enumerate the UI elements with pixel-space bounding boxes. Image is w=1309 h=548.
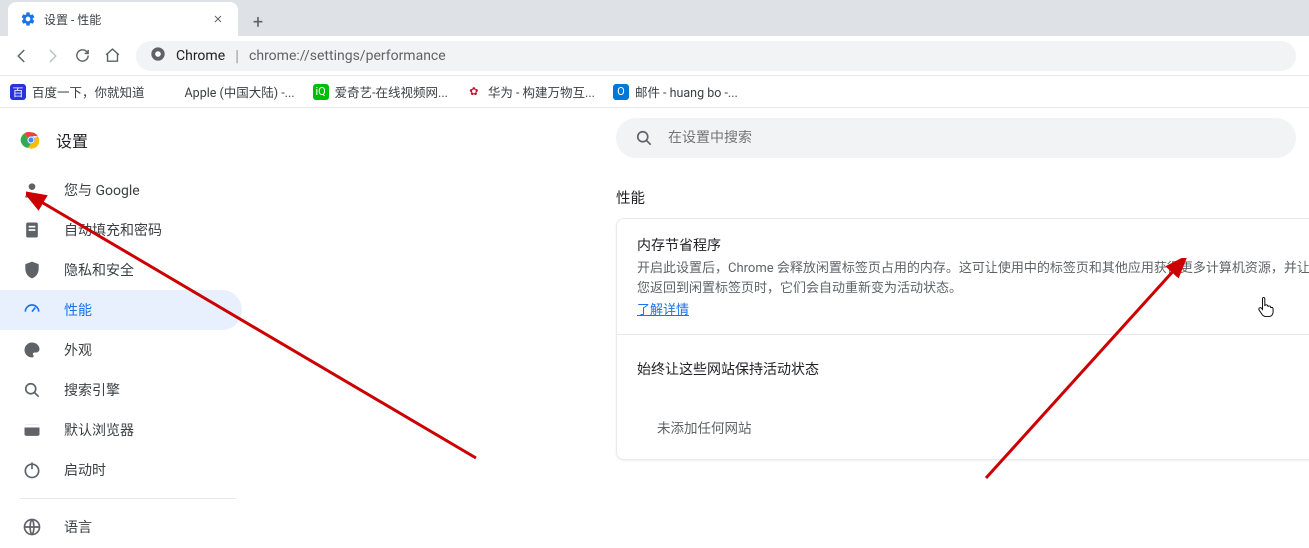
bookmark-label: 华为 - 构建万物互... (488, 82, 595, 101)
paw-icon: 百 (10, 84, 26, 100)
sidebar-item-label: 外观 (64, 340, 92, 360)
omnibox-origin: Chrome (176, 48, 225, 64)
section-title: 性能 (616, 187, 645, 208)
toolbar: Chrome | chrome://settings/performance (0, 36, 1309, 76)
sidebar-item-label: 默认浏览器 (64, 420, 134, 440)
bookmark-label: Apple (中国大陆) -... (185, 82, 295, 101)
reload-button[interactable] (68, 42, 96, 70)
sidebar-item-performance[interactable]: 性能 (0, 290, 242, 330)
learn-more-link[interactable]: 了解详情 (637, 303, 689, 318)
sidebar-item-privacy[interactable]: 隐私和安全 (0, 250, 242, 290)
address-bar[interactable]: Chrome | chrome://settings/performance (136, 41, 1296, 71)
chrome-product-icon (150, 46, 166, 66)
memory-saver-row: 内存节省程序 开启此设置后，Chrome 会释放闲置标签页占用的内存。这可让使用… (617, 219, 1309, 334)
autofill-icon (22, 220, 42, 240)
settings-main: 性能 内存节省程序 开启此设置后，Chrome 会释放闲置标签页占用的内存。这可… (256, 108, 1309, 536)
settings-content: 设置 您与 Google 自动填充和密码 隐私和安全 性能 外观 搜索引擎 默 (0, 108, 1309, 536)
outlook-icon: O (613, 84, 629, 100)
bookmark-label: 邮件 - huang bo -... (635, 82, 738, 101)
bookmark-iqiyi[interactable]: iQ 爱奇艺-在线视频网... (313, 82, 448, 101)
tab-strip: 设置 - 性能 + (0, 0, 1309, 36)
search-icon (634, 128, 654, 148)
new-tab-button[interactable]: + (244, 8, 272, 36)
settings-search-input[interactable] (668, 130, 1278, 146)
bookmark-huawei[interactable]: ✿ 华为 - 构建万物互... (466, 82, 595, 101)
no-sites-text: 未添加任何网站 (617, 403, 1309, 459)
search-icon (22, 380, 42, 400)
tab-title: 设置 - 性能 (44, 11, 202, 28)
sidebar-item-default-browser[interactable]: 默认浏览器 (0, 410, 242, 450)
bookmark-label: 百度一下，你就知道 (32, 82, 145, 101)
shield-icon (22, 260, 42, 280)
sidebar-item-label: 搜索引擎 (64, 380, 120, 400)
home-button[interactable] (98, 42, 126, 70)
sidebar-title: 设置 (56, 128, 88, 152)
sidebar-item-label: 启动时 (64, 460, 106, 480)
bookmark-apple[interactable]: Apple (中国大陆) -... (163, 82, 295, 101)
gear-icon (20, 11, 36, 27)
chrome-logo-icon (20, 129, 42, 151)
close-icon[interactable] (210, 11, 226, 27)
speedometer-icon (22, 300, 42, 320)
sidebar-item-appearance[interactable]: 外观 (0, 330, 242, 370)
settings-search[interactable] (616, 118, 1296, 158)
bookmark-outlook[interactable]: O 邮件 - huang bo -... (613, 82, 738, 101)
keep-active-title: 始终让这些网站保持活动状态 (637, 359, 1309, 379)
sidebar-item-label: 语言 (64, 517, 92, 537)
bookmark-label: 爱奇艺-在线视频网... (335, 82, 448, 101)
forward-button[interactable] (38, 42, 66, 70)
person-icon (22, 180, 42, 200)
sidebar-item-label: 自动填充和密码 (64, 220, 162, 240)
sidebar-item-label: 隐私和安全 (64, 260, 134, 280)
memory-saver-title: 内存节省程序 (637, 235, 1309, 255)
apple-icon (163, 84, 179, 100)
sidebar-item-languages[interactable]: 语言 (0, 507, 242, 547)
bookmark-baidu[interactable]: 百 百度一下，你就知道 (10, 82, 145, 101)
omnibox-divider: | (235, 46, 239, 65)
sidebar-item-on-startup[interactable]: 启动时 (0, 450, 242, 490)
browser-tab[interactable]: 设置 - 性能 (8, 2, 238, 36)
sidebar-header: 设置 (0, 120, 256, 170)
power-icon (22, 460, 42, 480)
browser-icon (22, 420, 42, 440)
keep-active-row: 始终让这些网站保持活动状态 添加 (617, 334, 1309, 403)
palette-icon (22, 340, 42, 360)
bookmarks-bar: 百 百度一下，你就知道 Apple (中国大陆) -... iQ 爱奇艺-在线视… (0, 76, 1309, 108)
settings-sidebar: 设置 您与 Google 自动填充和密码 隐私和安全 性能 外观 搜索引擎 默 (0, 108, 256, 536)
globe-icon (22, 517, 42, 537)
back-button[interactable] (8, 42, 36, 70)
sidebar-item-label: 您与 Google (64, 180, 140, 200)
memory-saver-desc: 开启此设置后，Chrome 会释放闲置标签页占用的内存。这可让使用中的标签页和其… (637, 259, 1309, 299)
iqiyi-icon: iQ (313, 84, 329, 100)
sidebar-item-autofill[interactable]: 自动填充和密码 (0, 210, 242, 250)
sidebar-item-label: 性能 (64, 300, 92, 320)
performance-card: 内存节省程序 开启此设置后，Chrome 会释放闲置标签页占用的内存。这可让使用… (616, 218, 1309, 460)
sidebar-item-search-engine[interactable]: 搜索引擎 (0, 370, 242, 410)
sidebar-item-you-and-google[interactable]: 您与 Google (0, 170, 242, 210)
omnibox-path: chrome://settings/performance (249, 48, 446, 64)
huawei-icon: ✿ (466, 84, 482, 100)
sidebar-separator (20, 498, 236, 499)
